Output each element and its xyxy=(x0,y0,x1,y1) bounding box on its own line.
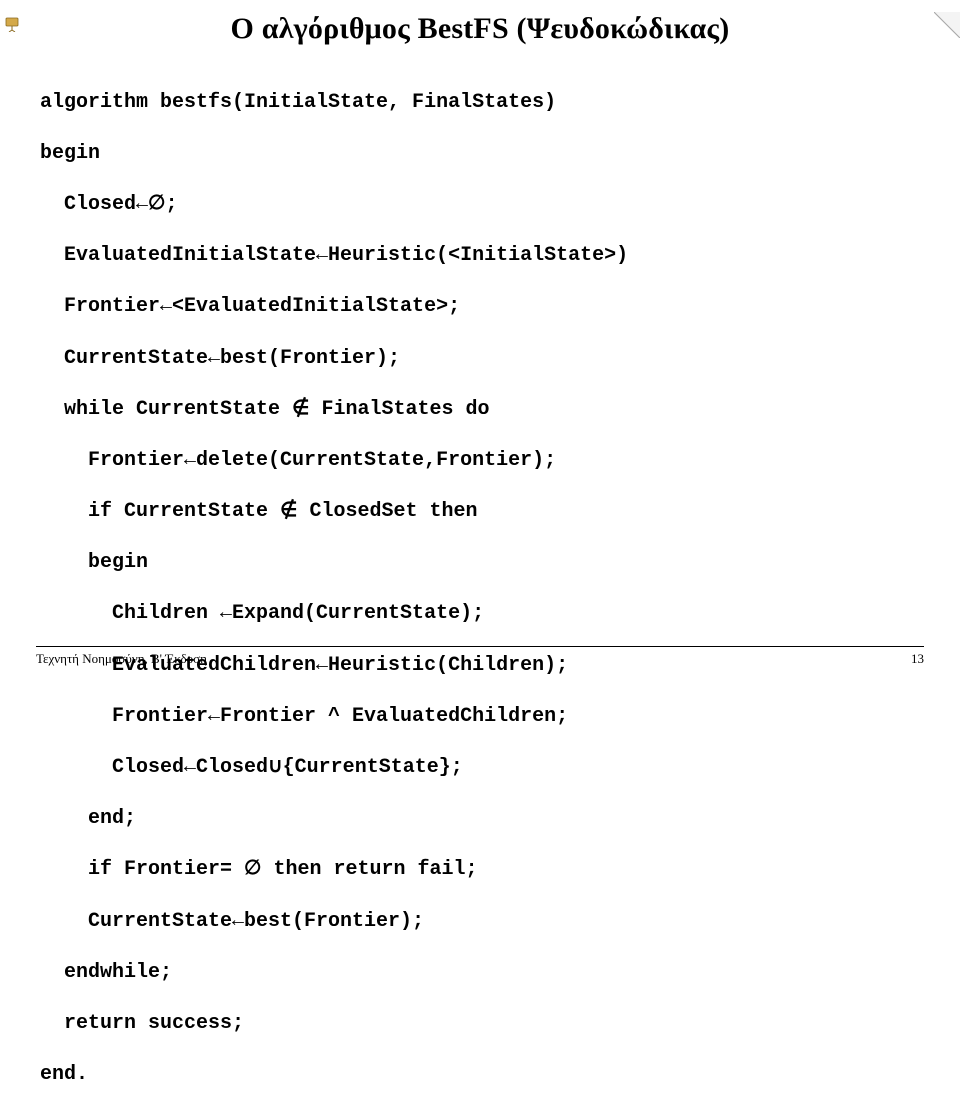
footer-divider xyxy=(36,646,924,647)
code-line: EvaluatedInitialState←Heuristic(<Initial… xyxy=(40,243,920,269)
code-line: CurrentState←best(Frontier); xyxy=(40,346,920,372)
code-line: begin xyxy=(40,550,920,576)
page-number: 13 xyxy=(911,651,924,667)
code-line: end; xyxy=(40,806,920,832)
code-line: Closed←∅; xyxy=(40,192,920,218)
page-corner-fold-icon xyxy=(934,12,960,38)
code-line: Frontier←Frontier ^ EvaluatedChildren; xyxy=(40,704,920,730)
code-line: if Frontier= ∅ then return fail; xyxy=(40,857,920,883)
code-line: return success; xyxy=(40,1011,920,1037)
footer-left-text: Τεχνητή Νοημοσύνη, B' Έκδοση xyxy=(36,651,207,667)
pseudocode-block: algorithm bestfs(InitialState, FinalStat… xyxy=(40,64,920,1113)
code-line: Frontier←<EvaluatedInitialState>; xyxy=(40,294,920,320)
code-line: begin xyxy=(40,141,920,167)
code-line: endwhile; xyxy=(40,960,920,986)
code-line: algorithm bestfs(InitialState, FinalStat… xyxy=(40,90,920,116)
presentation-indicator-icon xyxy=(4,16,20,32)
code-line: end. xyxy=(40,1062,920,1088)
code-line: Frontier←delete(CurrentState,Frontier); xyxy=(40,448,920,474)
code-line: while CurrentState ∉ FinalStates do xyxy=(40,397,920,423)
code-line: CurrentState←best(Frontier); xyxy=(40,909,920,935)
slide-footer: Τεχνητή Νοημοσύνη, B' Έκδοση 13 xyxy=(0,646,960,667)
code-line: Children ←Expand(CurrentState); xyxy=(40,601,920,627)
slide-title: Ο αλγόριθμος BestFS (Ψευδοκώδικας) xyxy=(70,12,890,46)
code-line: if CurrentState ∉ ClosedSet then xyxy=(40,499,920,525)
code-line: Closed←Closed∪{CurrentState}; xyxy=(40,755,920,781)
